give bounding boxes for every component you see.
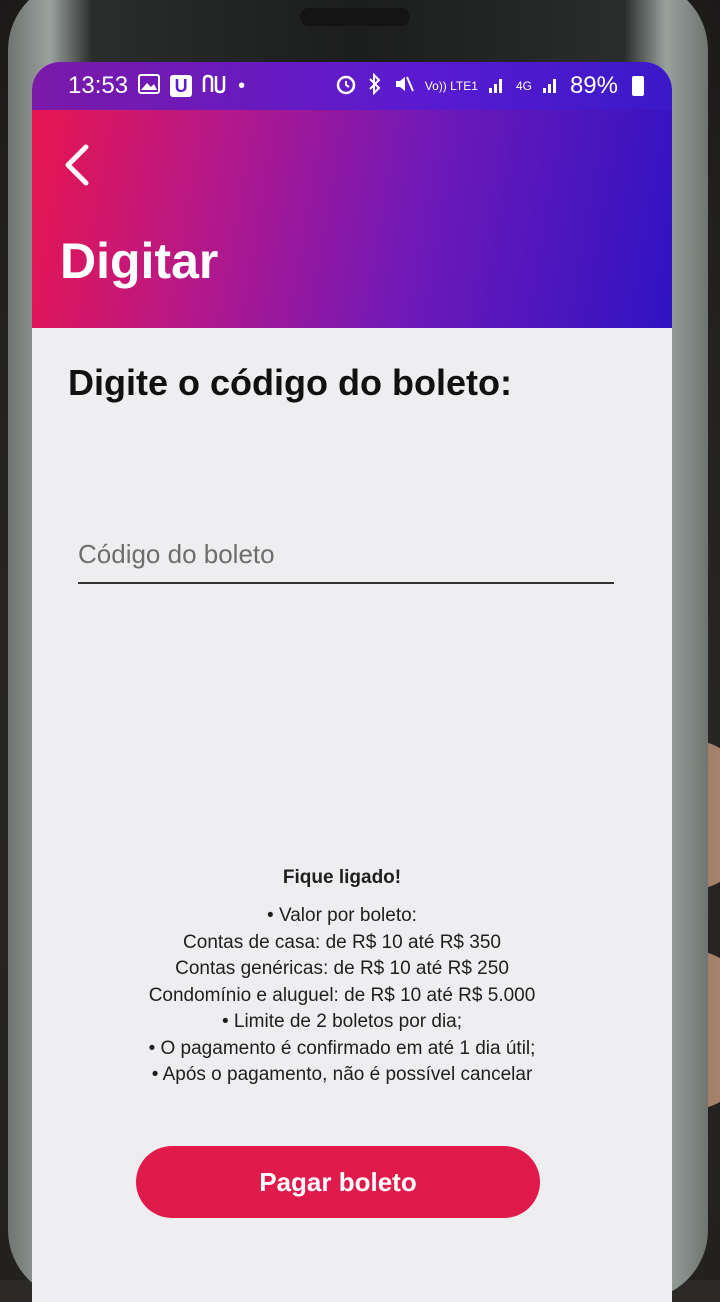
page-title: Digitar (60, 233, 219, 289)
status-time: 13:53 (68, 72, 129, 99)
status-bar: 13:53 U • Vo)) LTE1 4G 89% (32, 62, 672, 110)
info-line: Condomínio e aluguel: de R$ 10 até R$ 5.… (148, 984, 536, 1006)
camera-notch (300, 8, 410, 26)
pay-boleto-button[interactable]: Pagar boleto (136, 1146, 540, 1218)
info-line: • Após o pagamento, não é possível cance… (151, 1064, 533, 1085)
alarm-icon (335, 73, 357, 99)
status-bar-left: 13:53 U • (68, 72, 245, 100)
volte-icon: Vo)) LTE1 (424, 79, 478, 93)
nubank-icon (202, 74, 228, 98)
signal-icon (488, 74, 506, 98)
dot-icon: • (238, 75, 246, 97)
phone-screen: 13:53 U • Vo)) LTE1 4G 89% Digitar Digit… (32, 62, 672, 1302)
info-line: • Limite de 2 boletos por dia; (221, 1011, 463, 1032)
boleto-code-input[interactable] (78, 532, 614, 584)
chevron-left-icon (65, 144, 89, 186)
mute-icon (393, 73, 415, 99)
status-bar-right: Vo)) LTE1 4G 89% (335, 72, 644, 100)
4g-icon: 4G (515, 79, 532, 93)
bluetooth-icon (367, 72, 383, 99)
info-line: • O pagamento é confirmado em até 1 dia … (148, 1037, 536, 1059)
battery-percent: 89% (569, 72, 618, 99)
info-title: Fique ligado! (282, 867, 402, 888)
back-button[interactable] (52, 140, 102, 190)
u-app-icon: U (170, 75, 193, 97)
code-heading: Digite o código do boleto: (68, 362, 512, 403)
info-line: Contas genéricas: de R$ 10 até R$ 250 (175, 958, 509, 979)
image-icon (138, 74, 161, 98)
info-line: Contas de casa: de R$ 10 até R$ 350 (183, 931, 501, 953)
info-line: • Valor por boleto: (267, 905, 417, 926)
info-section: Fique ligado! • Valor por boleto: Contas… (32, 867, 652, 1089)
battery-icon (632, 76, 644, 96)
signal-icon (542, 74, 560, 98)
app-header: Digitar (32, 110, 672, 328)
